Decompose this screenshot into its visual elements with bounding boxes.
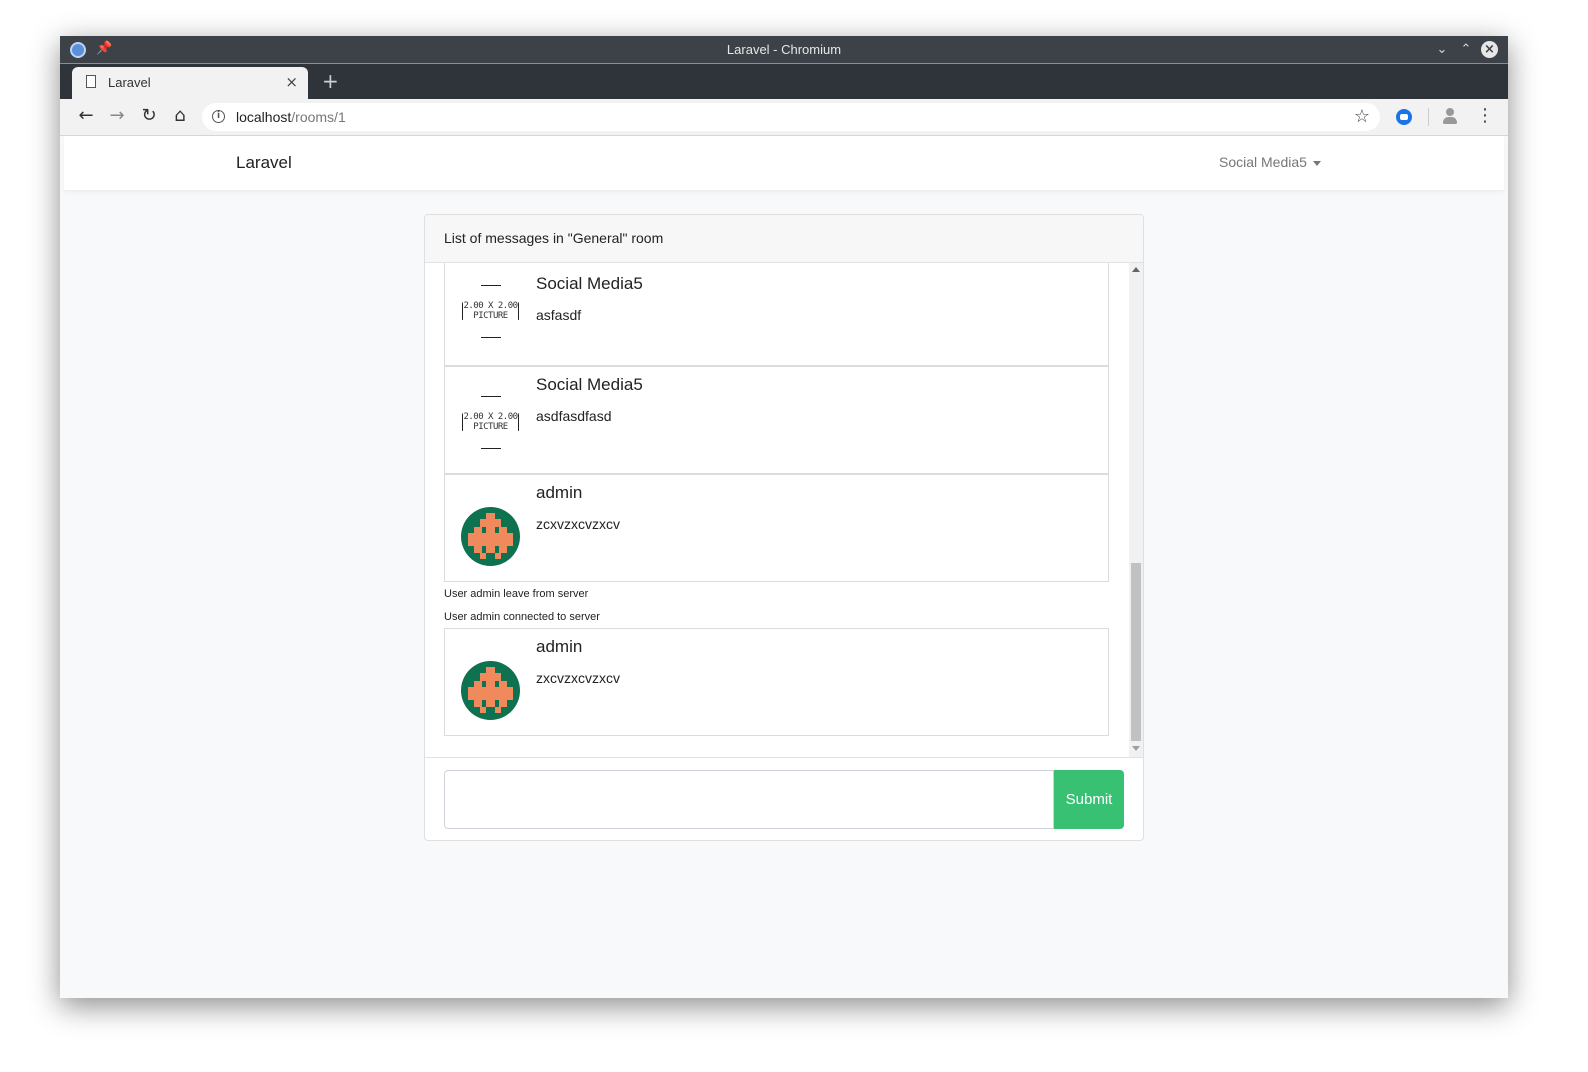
url-text[interactable]: localhost/rooms/1 [236, 109, 346, 125]
message-text: asfasdf [536, 307, 582, 323]
close-tab-icon[interactable]: × [285, 73, 298, 91]
bookmark-star-icon[interactable]: ☆ [1354, 106, 1370, 127]
message-author: Social Media5 [536, 375, 643, 394]
message-text: zxcvzxcvzxcv [536, 670, 620, 686]
card-title: List of messages in "General" room [444, 230, 664, 246]
message-item: admin zxcvzxcvzxcv [444, 628, 1109, 736]
scroll-thumb[interactable] [1131, 563, 1141, 741]
extension-icon[interactable] [1396, 109, 1412, 125]
message-item: 2.00 X 2.00 PICTURE Social Media5 asfasd… [444, 263, 1109, 366]
user-dropdown[interactable]: Social Media5 [1219, 154, 1321, 170]
tab-strip: Laravel × + [60, 64, 1508, 99]
scroll-down-icon[interactable] [1132, 746, 1140, 751]
message-item: admin zcxvzxcvzxcv [444, 474, 1109, 582]
message-scrollbar[interactable] [1129, 263, 1143, 757]
new-tab-icon[interactable]: + [322, 69, 339, 93]
message-author: Social Media5 [536, 274, 643, 293]
message-author: admin [536, 483, 583, 502]
avatar-placeholder-label: 2.00 X 2.00 PICTURE [463, 412, 518, 432]
minimize-icon[interactable]: ⌄ [1432, 40, 1452, 60]
browser-window: 📌 Laravel - Chromium ⌄ ⌃ × Laravel × + ←… [60, 36, 1508, 998]
avatar: 2.00 X 2.00 PICTURE [461, 282, 520, 341]
chat-card: List of messages in "General" room 2.00 … [424, 214, 1144, 841]
maximize-icon[interactable]: ⌃ [1456, 40, 1476, 60]
document-icon [86, 75, 96, 88]
avatar [461, 661, 520, 720]
home-icon[interactable]: ⌂ [168, 105, 192, 126]
site-navbar: Laravel Social Media5 [64, 136, 1504, 191]
tab-laravel[interactable]: Laravel × [72, 67, 308, 99]
message-form: Submit [425, 757, 1143, 840]
message-text: zcxvzxcvzxcv [536, 516, 620, 532]
profile-icon[interactable] [1443, 108, 1457, 126]
web-page: Laravel Social Media5 List of messages i… [64, 136, 1504, 998]
system-message: User admin leave from server [444, 588, 589, 600]
message-list[interactable]: 2.00 X 2.00 PICTURE Social Media5 asfasd… [425, 263, 1143, 757]
browser-toolbar: ← → ↻ ⌂ i localhost/rooms/1 ☆ ⋮ [60, 99, 1508, 136]
message-author: admin [536, 637, 583, 656]
message-text: asdfasdfasd [536, 408, 612, 424]
tab-label: Laravel [108, 75, 151, 90]
message-item: 2.00 X 2.00 PICTURE Social Media5 asdfas… [444, 366, 1109, 474]
system-message: User admin connected to server [444, 611, 600, 623]
avatar-placeholder-label: 2.00 X 2.00 PICTURE [463, 301, 518, 321]
message-input[interactable] [444, 770, 1054, 829]
card-header: List of messages in "General" room [425, 215, 1143, 263]
site-info-icon[interactable]: i [212, 110, 225, 123]
forward-icon[interactable]: → [105, 105, 129, 126]
browser-menu-icon[interactable]: ⋮ [1476, 105, 1494, 126]
toolbar-separator [1428, 108, 1429, 126]
title-bar: 📌 Laravel - Chromium ⌄ ⌃ × [60, 36, 1508, 64]
reload-icon[interactable]: ↻ [137, 105, 161, 126]
brand-link[interactable]: Laravel [236, 153, 292, 173]
caret-down-icon [1312, 160, 1321, 166]
scroll-up-icon[interactable] [1132, 267, 1140, 272]
avatar: 2.00 X 2.00 PICTURE [461, 393, 520, 452]
close-window-icon[interactable]: × [1481, 41, 1498, 58]
window-title: Laravel - Chromium [726, 42, 842, 57]
back-icon[interactable]: ← [74, 105, 98, 126]
address-bar[interactable]: i localhost/rooms/1 ☆ [202, 103, 1380, 131]
avatar [461, 507, 520, 566]
submit-button[interactable]: Submit [1054, 770, 1124, 829]
